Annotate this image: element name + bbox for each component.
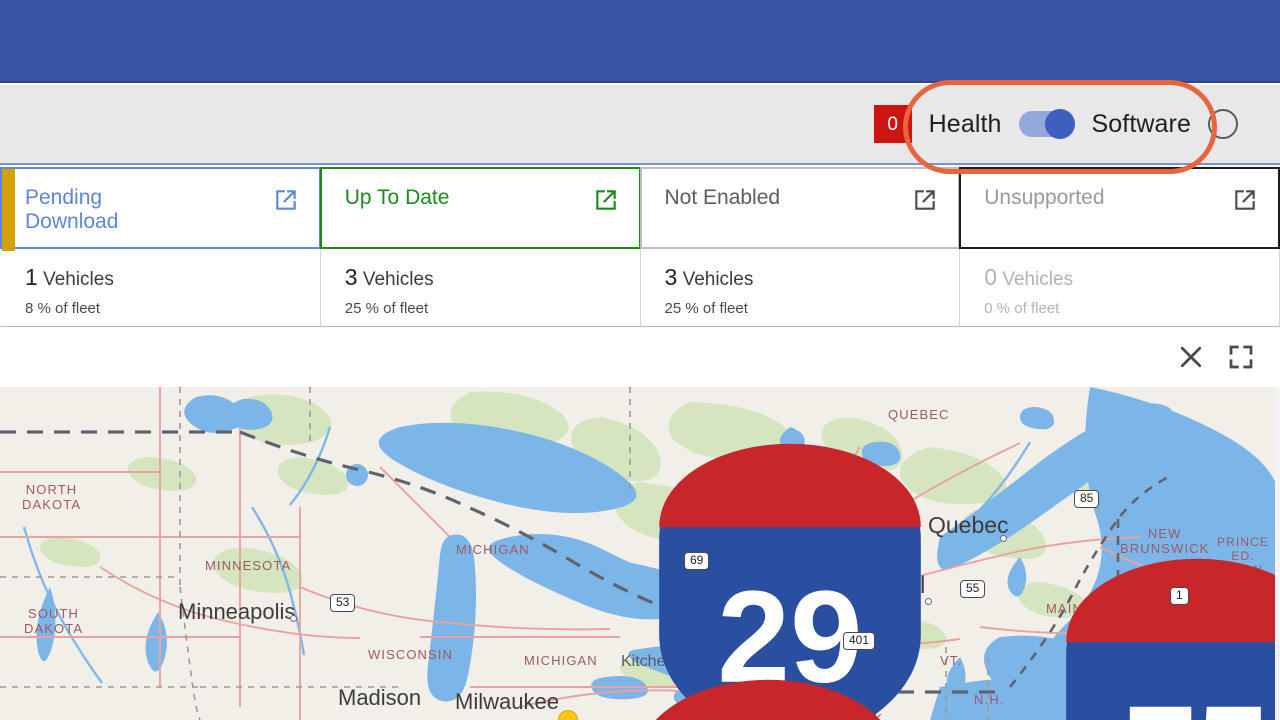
card-vehicle-count-row: 1 Vehicles	[25, 266, 320, 289]
card-title: Pending Download	[25, 186, 118, 233]
card-title: Up To Date	[345, 186, 450, 210]
circle-outline-icon[interactable]	[1208, 109, 1238, 139]
health-alert-count: 0	[887, 115, 898, 134]
route-shield: 1	[1170, 587, 1189, 605]
card-vehicle-count-row: 3 Vehicles	[345, 266, 640, 289]
external-link-icon[interactable]	[273, 187, 299, 213]
software-label: Software	[1092, 110, 1191, 139]
software-status-cards: Pending Download 1 Vehicles 8 % of fleet	[0, 167, 1280, 327]
status-card-unsupported[interactable]: Unsupported 0 Vehicles 0 % of fleet	[959, 167, 1280, 327]
card-vehicle-count-row: 0 Vehicles	[984, 266, 1279, 289]
health-software-toggle-group: 0 Health Software	[874, 105, 1238, 143]
card-body: 1 Vehicles 8 % of fleet	[0, 249, 321, 327]
card-fleet-percent: 25 % of fleet	[665, 300, 960, 317]
route-shield: 401	[843, 632, 875, 650]
external-link-icon[interactable]	[1232, 187, 1258, 213]
status-card-not-enabled[interactable]: Not Enabled 3 Vehicles 25 % of fleet	[640, 167, 961, 327]
route-shield: 69	[684, 552, 709, 570]
interstate-shield-icon: 75	[557, 547, 583, 573]
card-vehicle-unit: Vehicles	[43, 269, 114, 290]
card-title: Unsupported	[984, 186, 1104, 210]
external-link-icon[interactable]	[912, 187, 938, 213]
card-fleet-percent: 25 % of fleet	[345, 300, 640, 317]
card-fleet-percent: 0 % of fleet	[984, 300, 1279, 317]
route-shield: 53	[330, 594, 355, 612]
card-body: 0 Vehicles 0 % of fleet	[959, 249, 1280, 327]
health-label: Health	[929, 110, 1002, 139]
card-header[interactable]: Up To Date	[320, 167, 641, 249]
card-vehicle-count: 0	[984, 264, 997, 290]
card-vehicle-unit: Vehicles	[363, 269, 434, 290]
map-scrollbar[interactable]	[1275, 387, 1280, 720]
route-shield: 55	[960, 580, 985, 598]
card-vehicle-count-row: 3 Vehicles	[665, 266, 960, 289]
card-title: Not Enabled	[665, 186, 781, 210]
fullscreen-icon[interactable]	[1226, 342, 1256, 372]
health-software-switch[interactable]	[1019, 111, 1075, 137]
card-vehicle-count: 3	[345, 264, 358, 290]
card-body: 3 Vehicles 25 % of fleet	[640, 249, 961, 327]
fleet-map[interactable]: NORTH DAKOTA SOUTH DAKOTA MINNESOTA WISC…	[0, 387, 1280, 720]
route-shield: 85	[1074, 490, 1099, 508]
close-icon[interactable]	[1176, 342, 1206, 372]
app-root: 0 Health Software Pending Download	[0, 0, 1280, 720]
card-vehicle-unit: Vehicles	[1002, 269, 1073, 290]
dashboard-toolbar: 0 Health Software	[0, 85, 1280, 165]
card-body: 3 Vehicles 25 % of fleet	[320, 249, 641, 327]
card-vehicle-count: 3	[665, 264, 678, 290]
card-header[interactable]: Unsupported	[959, 167, 1280, 249]
card-fleet-percent: 8 % of fleet	[25, 300, 320, 317]
card-accent-bar	[2, 169, 15, 251]
card-header[interactable]: Not Enabled	[640, 167, 961, 249]
status-card-pending-download[interactable]: Pending Download 1 Vehicles 8 % of fleet	[0, 167, 321, 327]
health-alert-badge[interactable]: 0	[874, 105, 912, 143]
interstate-shield-icon: 29	[150, 432, 176, 458]
status-card-up-to-date[interactable]: Up To Date 3 Vehicles 25 % of fleet	[320, 167, 641, 327]
card-header[interactable]: Pending Download	[0, 167, 321, 249]
switch-knob	[1045, 109, 1075, 139]
app-header-bar	[0, 0, 1280, 83]
interstate-shield-icon: 295	[1026, 657, 1058, 683]
panel-action-strip	[0, 327, 1280, 387]
external-link-icon[interactable]	[593, 187, 619, 213]
card-vehicle-count: 1	[25, 264, 38, 290]
interstate-shield-icon: 90	[128, 668, 154, 694]
card-vehicle-unit: Vehicles	[683, 269, 754, 290]
